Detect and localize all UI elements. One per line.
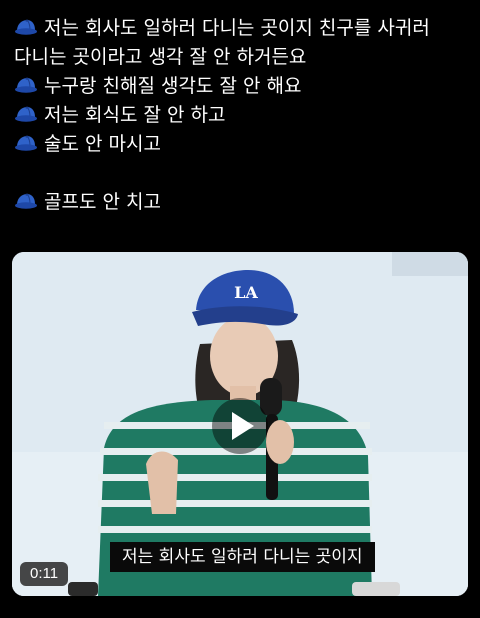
play-button[interactable] [212, 398, 268, 454]
post-line-text: 누구랑 친해질 생각도 잘 안 해요 [44, 75, 302, 97]
blue-cap-icon [14, 135, 38, 153]
blue-cap-icon [14, 193, 38, 211]
post-line: 골프도 안 치고 [14, 188, 470, 217]
post-line: 술도 안 마시고 [14, 130, 470, 159]
post-line: 저는 회사도 일하러 다니는 곳이지 친구를 사귀러 [14, 14, 470, 43]
play-icon [232, 412, 254, 440]
post-line-text: 술도 안 마시고 [44, 133, 161, 155]
post-text: 저는 회사도 일하러 다니는 곳이지 친구를 사귀러 다니는 곳이라고 생각 잘… [14, 14, 470, 217]
post-line-text: 골프도 안 치고 [44, 191, 161, 213]
blue-cap-icon [14, 106, 38, 124]
blue-cap-icon [14, 19, 38, 37]
post-line-text: 저는 회식도 잘 안 하고 [44, 104, 226, 126]
post-line: 다니는 곳이라고 생각 잘 안 하거든요 [14, 43, 470, 72]
video-subtitle: 저는 회사도 일하러 다니는 곳이지 [110, 542, 375, 572]
post-line: 저는 회식도 잘 안 하고 [14, 101, 470, 130]
cap-logo: LA [234, 283, 258, 302]
blue-cap-icon [14, 77, 38, 95]
post-line-text: 저는 회사도 일하러 다니는 곳이지 친구를 사귀러 [44, 17, 430, 39]
video-player[interactable]: LA 저는 회사도 일하러 다니는 곳이지 0:11 [12, 252, 468, 596]
post-line-text: 다니는 곳이라고 생각 잘 안 하거든요 [14, 46, 307, 68]
video-duration: 0:11 [20, 562, 69, 586]
post-line: 누구랑 친해질 생각도 잘 안 해요 [14, 72, 470, 101]
